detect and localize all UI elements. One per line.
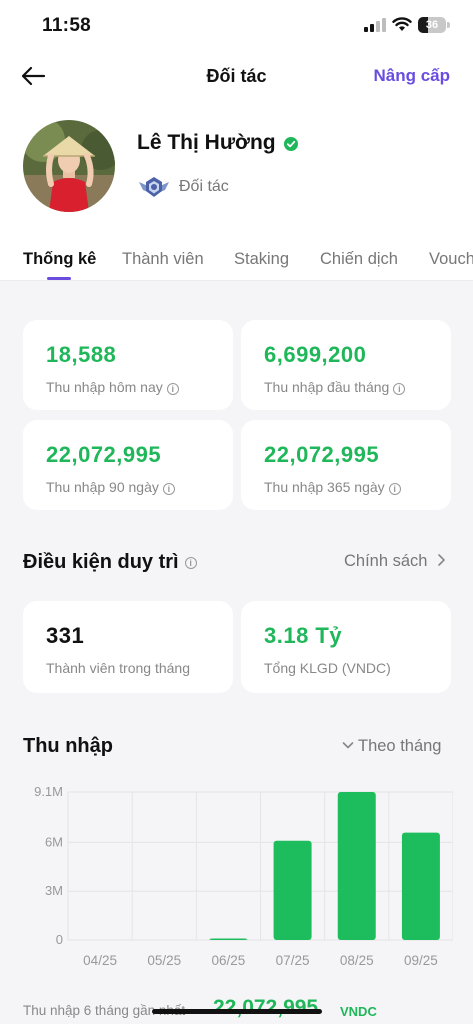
profile-header: Lê Thị Hường Đối tác <box>23 120 453 215</box>
stat-label: Thu nhập 90 ngày i <box>46 479 175 495</box>
condition-value: 331 <box>46 623 85 648</box>
status-bar: 11:58 36 <box>0 0 473 50</box>
policy-link[interactable]: Chính sách <box>344 552 446 571</box>
stat-label: Thu nhập 365 ngày i <box>264 479 401 495</box>
nav-bar: Đối tác Nâng cấp <box>0 55 473 99</box>
stat-value: 18,588 <box>46 342 117 367</box>
x-tick-label: 07/25 <box>276 953 310 968</box>
battery-icon: 36 <box>418 17 450 33</box>
tab-voucher[interactable]: Vouch <box>429 250 473 269</box>
stat-label: Thu nhập hôm nay i <box>46 379 179 395</box>
stat-card-365-days[interactable]: 22,072,995 Thu nhập 365 ngày i <box>241 420 451 510</box>
cellular-signal-icon <box>364 18 386 32</box>
condition-card-volume: 3.18 Tỷ Tổng KLGD (VNDC) <box>241 601 451 693</box>
tab-thanh-vien[interactable]: Thành viên <box>122 250 204 269</box>
conditions-title: Điều kiện duy trì i <box>23 551 197 574</box>
stat-value: 22,072,995 <box>46 442 162 467</box>
tab-chien-dich[interactable]: Chiến dịch <box>320 250 398 269</box>
info-icon[interactable]: i <box>184 557 197 569</box>
condition-label: Thành viên trong tháng <box>46 660 190 676</box>
chart-canvas: 0 3M 6M 9.1M 04/25 05/25 06/25 07/25 08/25 09/25 <box>34 784 453 968</box>
x-tick-label: 04/25 <box>83 953 117 968</box>
footer-total: 22,072,995 <box>213 996 319 1019</box>
y-tick-label: 3M <box>45 883 63 898</box>
profile-name: Lê Thị Hường <box>137 131 276 154</box>
chart-bar <box>209 938 248 940</box>
x-tick-label: 06/25 <box>212 953 246 968</box>
info-icon[interactable]: i <box>388 483 401 495</box>
chart-bar <box>337 792 376 940</box>
y-tick-label: 9.1M <box>34 784 63 799</box>
x-tick-label: 08/25 <box>340 953 374 968</box>
condition-label: Tổng KLGD (VNDC) <box>264 660 391 676</box>
status-time: 11:58 <box>42 15 92 36</box>
wifi-icon <box>392 17 412 31</box>
partner-wings-badge-icon <box>139 177 169 197</box>
battery-level: 36 <box>425 19 439 31</box>
chevron-right-icon <box>438 554 445 566</box>
home-indicator[interactable] <box>152 1009 322 1014</box>
stat-value: 6,699,200 <box>264 342 367 367</box>
chart-bar <box>273 840 312 940</box>
x-tick-label: 05/25 <box>147 953 181 968</box>
condition-value: 3.18 Tỷ <box>264 623 343 648</box>
tab-bar: Thống kê Thành viên Staking Chiến dịch V… <box>0 247 473 281</box>
stat-card-90-days[interactable]: 22,072,995 Thu nhập 90 ngày i <box>23 420 233 510</box>
chevron-down-icon <box>342 742 354 749</box>
stat-card-month-start[interactable]: 6,699,200 Thu nhập đầu tháng i <box>241 320 451 410</box>
upgrade-button[interactable]: Nâng cấp <box>373 66 450 86</box>
y-tick-label: 6M <box>45 834 63 849</box>
stat-value: 22,072,995 <box>264 442 380 467</box>
info-icon[interactable]: i <box>393 383 406 395</box>
profile-role: Đối tác <box>179 178 229 195</box>
condition-card-members: 331 Thành viên trong tháng <box>23 601 233 693</box>
verified-check-icon <box>284 137 298 151</box>
tab-staking[interactable]: Staking <box>234 250 289 269</box>
tab-thong-ke[interactable]: Thống kê <box>23 250 96 269</box>
info-icon[interactable]: i <box>162 483 175 495</box>
info-icon[interactable]: i <box>166 383 179 395</box>
footer-unit: VNDC <box>340 1004 377 1019</box>
income-title: Thu nhập <box>23 735 113 757</box>
active-tab-indicator <box>47 277 71 280</box>
stat-label: Thu nhập đầu tháng i <box>264 379 406 395</box>
x-tick-label: 09/25 <box>404 953 438 968</box>
period-filter-dropdown[interactable]: Theo tháng <box>342 737 441 756</box>
income-bar-chart: 0 3M 6M 9.1M 04/25 05/25 06/25 07/25 08/25 09/25 <box>23 775 453 975</box>
chart-bar <box>401 832 440 940</box>
avatar[interactable] <box>23 120 115 212</box>
avatar-photo <box>23 120 115 212</box>
stat-card-today[interactable]: 18,588 Thu nhập hôm nay i <box>23 320 233 410</box>
y-tick-label: 0 <box>56 932 63 947</box>
